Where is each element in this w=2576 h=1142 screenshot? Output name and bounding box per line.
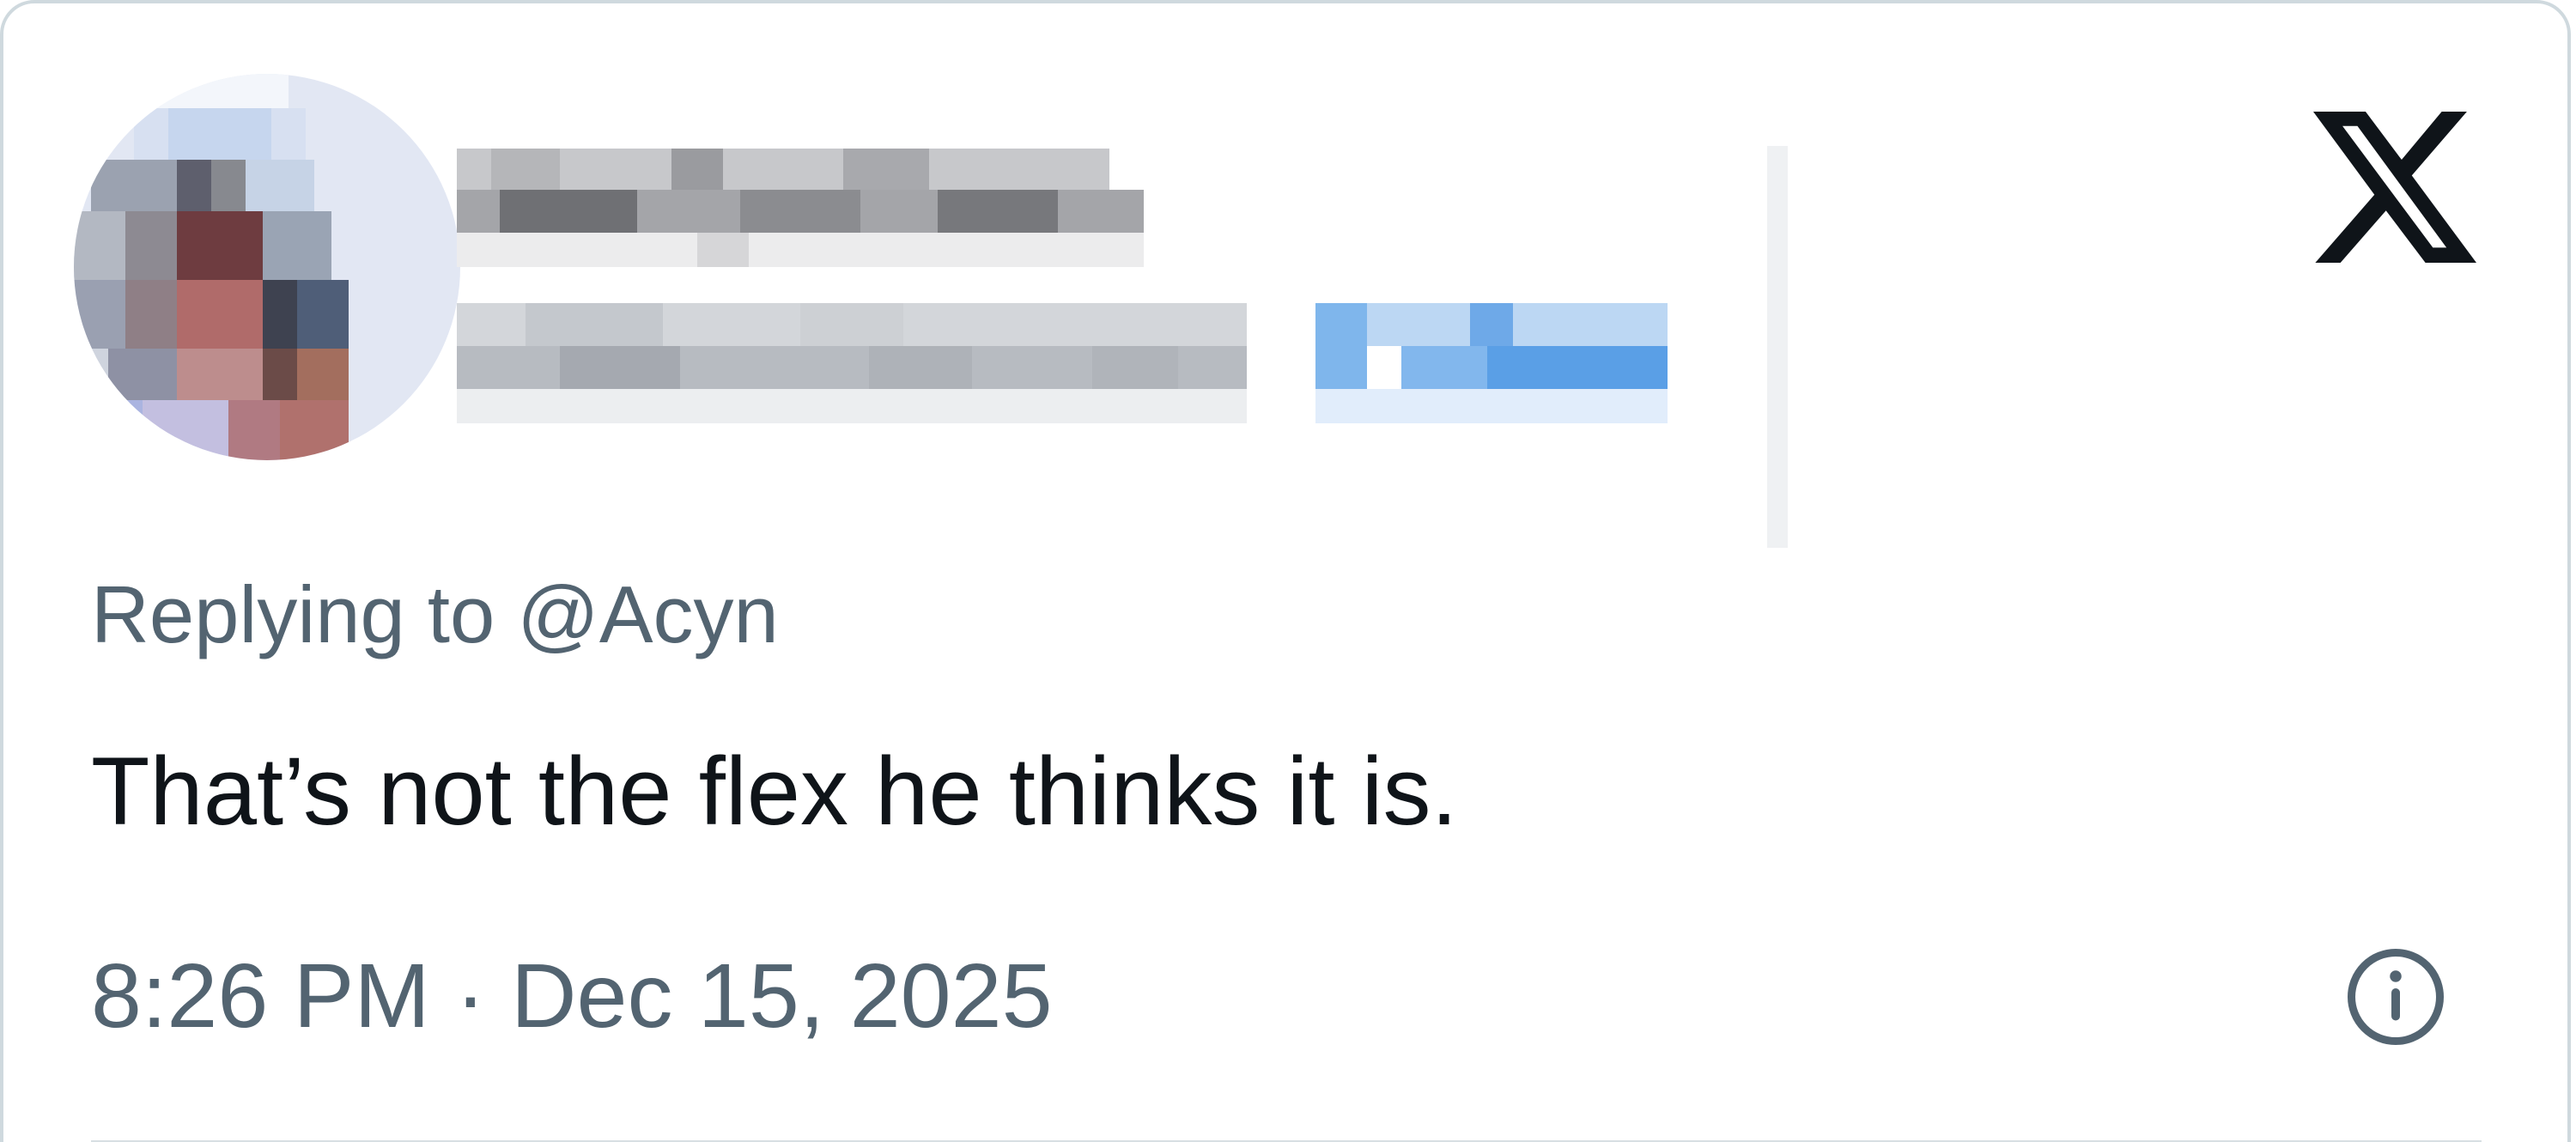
name-truncation-divider xyxy=(1767,146,1788,548)
info-icon[interactable] xyxy=(2344,945,2447,1048)
post-timestamp[interactable]: 8:26 PM · Dec 15, 2025 xyxy=(91,936,1053,1056)
post-text: That’s not the flex he thinks it is. xyxy=(91,738,1458,845)
embedded-post-card[interactable]: Replying to @Acyn That’s not the flex he… xyxy=(0,0,2571,1142)
avatar[interactable] xyxy=(74,74,460,460)
author-name-blurred[interactable] xyxy=(457,149,1728,492)
replying-to-text[interactable]: Replying to @Acyn xyxy=(91,555,779,675)
x-logo-icon[interactable] xyxy=(2313,112,2476,263)
post-author[interactable] xyxy=(74,74,1788,548)
